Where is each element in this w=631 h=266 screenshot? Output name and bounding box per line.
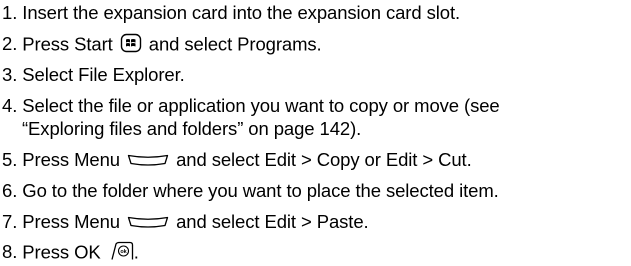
step-number: 2. [2, 33, 18, 55]
step-text-after: and select Edit > Paste. [176, 211, 369, 232]
step-4: 4. Select the file or application you wa… [2, 95, 500, 117]
step-text-before: Press Menu [22, 211, 120, 232]
step-text-before: Press Menu [22, 149, 120, 170]
instruction-steps: 1. Insert the expansion card into the ex… [0, 0, 631, 265]
step-number: 8. [2, 241, 18, 263]
menu-softkey-icon [127, 150, 169, 172]
svg-text:ok: ok [120, 249, 127, 255]
step-text-continued: “Exploring files and folders” on page 14… [22, 118, 362, 139]
step-number: 6. [2, 180, 18, 201]
step-2: 2. Press Start and select Programs. [2, 33, 322, 58]
step-text-before: Press Start [22, 33, 113, 55]
step-7: 7. Press Menu and select Edit > Paste. [2, 211, 369, 234]
step-text: Go to the folder where you want to place… [22, 180, 499, 201]
step-number: 5. [2, 149, 18, 170]
step-number: 3. [2, 64, 18, 85]
step-8: 8. Press OK ok . [2, 241, 139, 266]
step-number: 4. [2, 95, 18, 116]
menu-softkey-icon [127, 212, 169, 234]
step-text-after: and select Edit > Copy or Edit > Cut. [176, 149, 472, 170]
step-3: 3. Select File Explorer. [2, 64, 185, 86]
step-4-continued: “Exploring files and folders” on page 14… [22, 118, 361, 140]
step-text: Select File Explorer. [22, 64, 185, 85]
start-key-icon [120, 33, 142, 58]
step-text-after: and select Programs. [148, 33, 322, 55]
step-text: Select the file or application you want … [22, 95, 500, 116]
ok-key-icon: ok [108, 241, 134, 266]
step-1: 1. Insert the expansion card into the ex… [2, 2, 460, 24]
step-number: 1. [2, 2, 18, 23]
step-text-after: . [133, 241, 139, 263]
step-number: 7. [2, 211, 18, 232]
step-5: 5. Press Menu and select Edit > Copy or … [2, 149, 472, 172]
step-text-before: Press OK [22, 241, 101, 263]
step-text: Insert the expansion card into the expan… [22, 2, 461, 23]
step-6: 6. Go to the folder where you want to pl… [2, 180, 499, 202]
